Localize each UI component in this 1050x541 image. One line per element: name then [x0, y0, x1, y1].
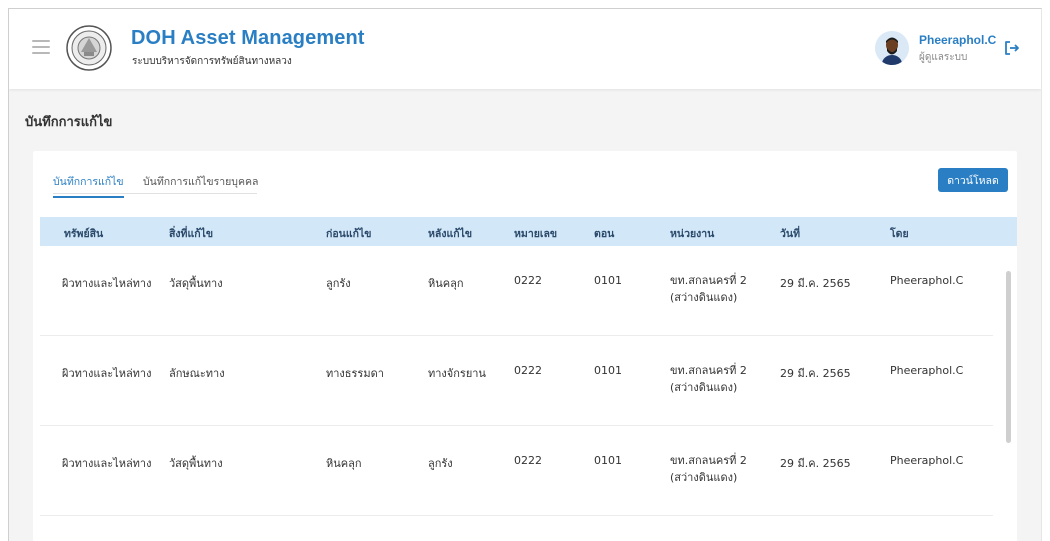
- tab-divider: [53, 193, 257, 194]
- cell-unit-line1: ขท.สกลนครที่ 2: [670, 364, 747, 377]
- cell-number: 0222: [514, 364, 542, 377]
- cell-section: 0101: [594, 274, 622, 287]
- user-name: Pheeraphol.C: [919, 33, 997, 47]
- cell-unit: ขท.สกลนครที่ 2 (สว่างดินแดง): [670, 362, 747, 396]
- cell-field: ลักษณะทาง: [169, 367, 225, 380]
- avatar[interactable]: [875, 31, 909, 65]
- cell-before: ลูกรัง: [326, 277, 351, 290]
- app-window: DOH Asset Management ระบบบริหารจัดการทรั…: [8, 8, 1042, 541]
- cell-date: 29 มี.ค. 2565: [780, 367, 851, 380]
- cell-unit-line1: ขท.สกลนครที่ 2: [670, 454, 747, 467]
- cell-section: 0101: [594, 364, 622, 377]
- cell-unit-line2: (สว่างดินแดง): [670, 381, 738, 394]
- top-header: DOH Asset Management ระบบบริหารจัดการทรั…: [9, 9, 1041, 89]
- cell-after: หินคลุก: [428, 277, 464, 290]
- cell-asset: ผิวทางและไหล่ทาง: [62, 367, 152, 380]
- col-unit[interactable]: หน่วยงาน: [670, 225, 714, 242]
- table-row[interactable]: ผิวทางและไหล่ทาง วัสดุพื้นทาง ลูกรัง หิน…: [40, 246, 993, 336]
- cell-by: Pheeraphol.C: [890, 274, 964, 287]
- cell-after: ทางจักรยาน: [428, 367, 486, 380]
- cell-unit-line2: (สว่างดินแดง): [670, 291, 738, 304]
- tab-edit-log[interactable]: บันทึกการแก้ไข: [53, 173, 124, 198]
- cell-field: วัสดุพื้นทาง: [169, 457, 223, 470]
- cell-after: ลูกรัง: [428, 457, 453, 470]
- app-subtitle: ระบบบริหารจัดการทรัพย์สินทางหลวง: [132, 56, 292, 67]
- cell-date: 29 มี.ค. 2565: [780, 277, 851, 290]
- cell-asset: ผิวทางและไหล่ทาง: [62, 457, 152, 470]
- col-date[interactable]: วันที่: [780, 225, 800, 242]
- table-row[interactable]: ผิวทางและไหล่ทาง วัสดุพื้นทาง หินคลุก ลู…: [40, 426, 993, 516]
- col-by[interactable]: โดย: [890, 225, 909, 242]
- col-before[interactable]: ก่อนแก้ไข: [326, 225, 371, 242]
- page-title: บันทึกการแก้ไข: [25, 115, 113, 130]
- logout-icon[interactable]: [1003, 39, 1021, 57]
- cell-unit: ขท.สกลนครที่ 2 (สว่างดินแดง): [670, 452, 747, 486]
- cell-number: 0222: [514, 454, 542, 467]
- app-title: DOH Asset Management: [131, 27, 365, 49]
- user-role: ผู้ดูแลระบบ: [919, 52, 968, 63]
- cell-unit: ขท.สกลนครที่ 2 (สว่างดินแดง): [670, 272, 747, 306]
- cell-unit-line1: ขท.สกลนครที่ 2: [670, 274, 747, 287]
- doh-logo: [66, 25, 112, 71]
- table-scrollbar[interactable]: [1006, 271, 1011, 443]
- col-asset[interactable]: ทรัพย์สิน: [64, 225, 103, 242]
- cell-by: Pheeraphol.C: [890, 364, 964, 377]
- cell-unit-line2: (สว่างดินแดง): [670, 471, 738, 484]
- col-after[interactable]: หลังแก้ไข: [428, 225, 472, 242]
- edit-log-card: บันทึกการแก้ไข บันทึกการแก้ไขรายบุคคล ดา…: [33, 151, 1017, 541]
- menu-icon[interactable]: [32, 40, 50, 54]
- download-button[interactable]: ดาวน์โหลด: [938, 168, 1008, 192]
- cell-section: 0101: [594, 454, 622, 467]
- cell-field: วัสดุพื้นทาง: [169, 277, 223, 290]
- col-section[interactable]: ตอน: [594, 225, 614, 242]
- cell-by: Pheeraphol.C: [890, 454, 964, 467]
- col-number[interactable]: หมายเลข: [514, 225, 557, 242]
- cell-asset: ผิวทางและไหล่ทาง: [62, 277, 152, 290]
- col-field[interactable]: สิ่งที่แก้ไข: [169, 225, 213, 242]
- table-row[interactable]: ผิวทางและไหล่ทาง ลักษณะทาง ทางธรรมดา ทาง…: [40, 336, 993, 426]
- table-header: ทรัพย์สิน สิ่งที่แก้ไข ก่อนแก้ไข หลังแก้…: [40, 217, 1017, 246]
- cell-before: หินคลุก: [326, 457, 362, 470]
- cell-number: 0222: [514, 274, 542, 287]
- cell-before: ทางธรรมดา: [326, 367, 384, 380]
- cell-date: 29 มี.ค. 2565: [780, 457, 851, 470]
